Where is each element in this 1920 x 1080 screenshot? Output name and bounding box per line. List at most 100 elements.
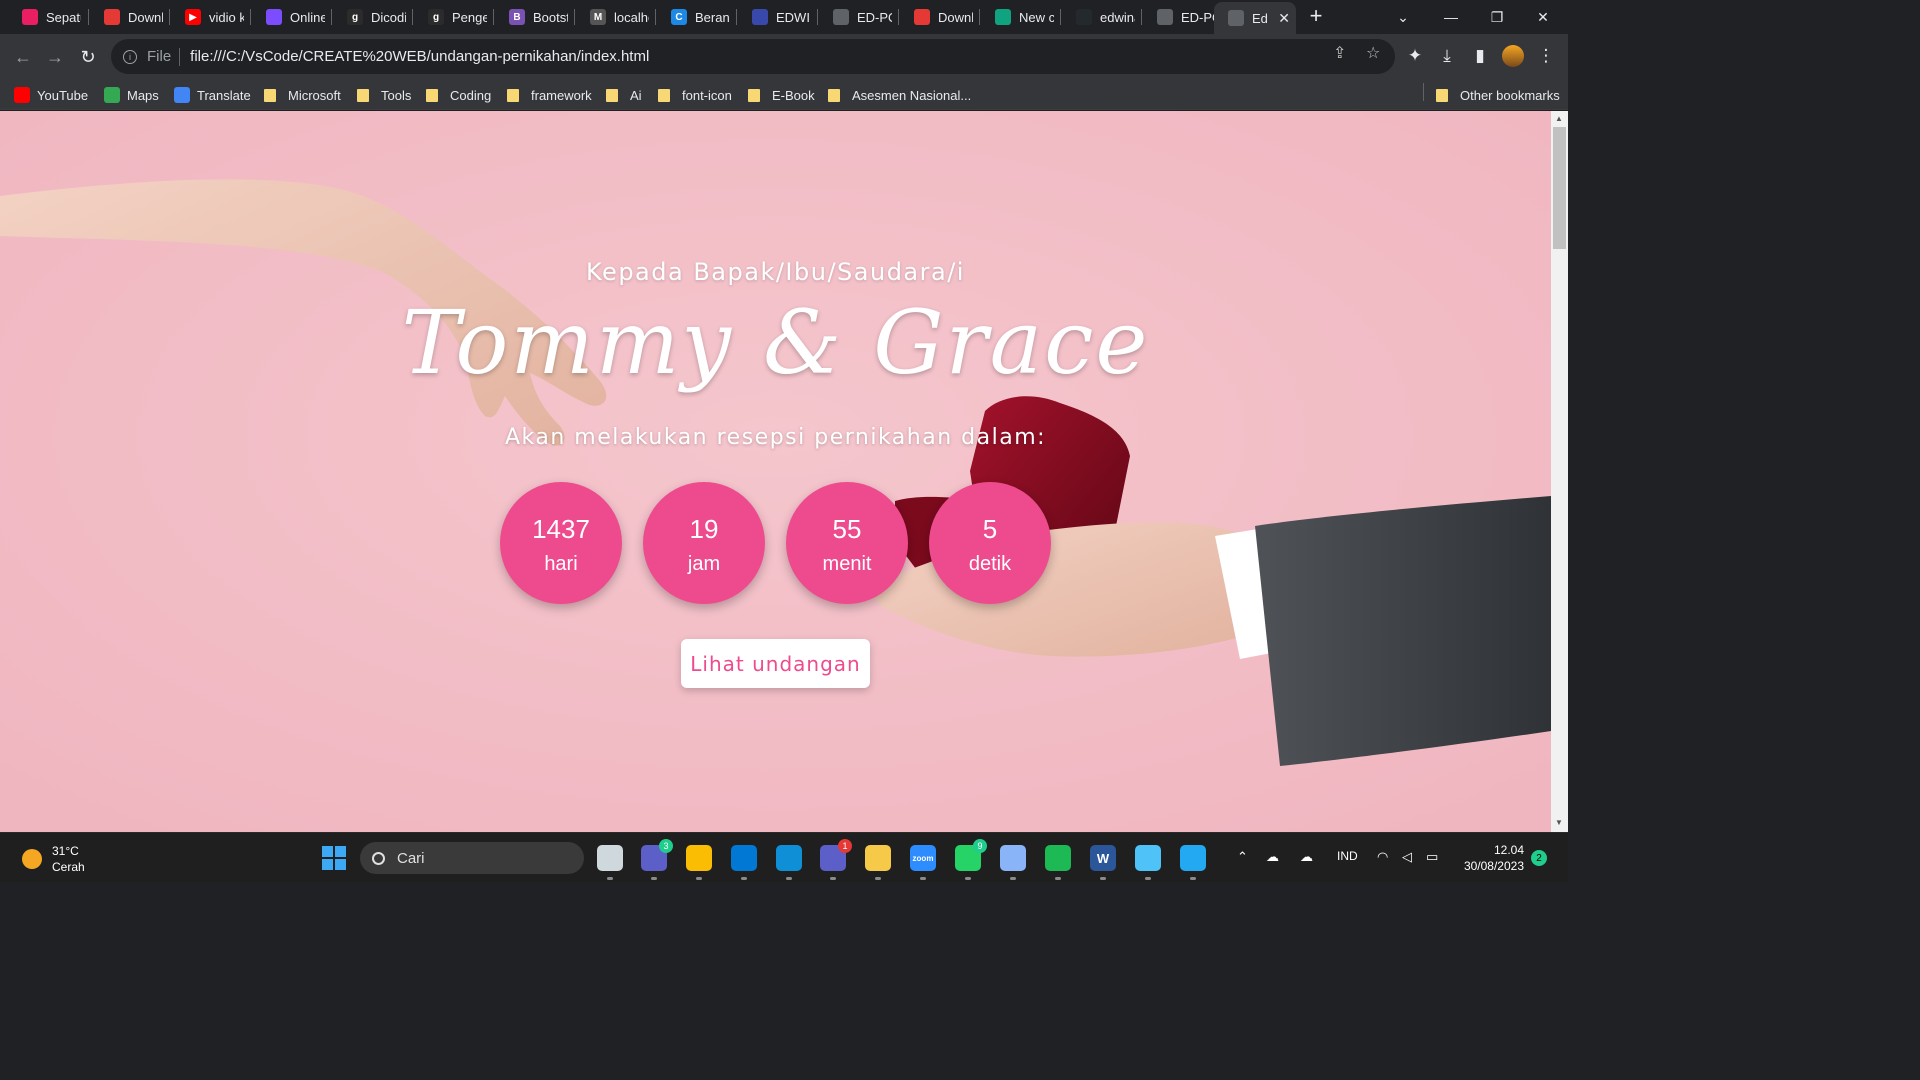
bookmark-item[interactable]: Microsoft [264, 84, 341, 106]
start-button[interactable] [322, 846, 346, 870]
bookmarks-bar: YouTube Maps Translate Microsoft Tools Coding… [0, 79, 1568, 110]
language-indicator[interactable]: IND [1337, 849, 1358, 863]
explorer-icon[interactable] [865, 845, 891, 880]
browser-tab[interactable]: edwina [1062, 3, 1141, 31]
running-indicator [607, 877, 613, 880]
sync-error-icon[interactable]: ☁ [1300, 849, 1313, 865]
new-tab-button[interactable]: + [1303, 4, 1329, 30]
tab-favicon-icon [833, 9, 849, 25]
running-indicator [1010, 877, 1016, 880]
bookmark-item[interactable]: framework [507, 84, 592, 106]
taskbar-search[interactable]: Cari [360, 842, 584, 874]
app-2-icon[interactable] [1000, 845, 1026, 880]
browser-toolbar: ← → ↻ i File file:///C:/VsCode/CREATE%20… [0, 34, 1568, 79]
page-scrollbar[interactable]: ▲ ▼ [1551, 111, 1568, 832]
bookmark-item[interactable]: Tools [357, 84, 411, 106]
bookmark-label: Coding [450, 87, 492, 103]
app-3-icon[interactable] [1135, 845, 1161, 880]
volume-icon[interactable]: ◁ [1402, 849, 1412, 865]
close-tab-icon[interactable]: ✕ [1278, 10, 1290, 27]
bookmark-item[interactable]: Ai [606, 84, 642, 106]
vscode-icon[interactable] [1180, 845, 1206, 880]
tab-title: Berand [695, 9, 730, 25]
browser-tab[interactable]: C Berand [657, 3, 736, 31]
word-icon[interactable]: W [1090, 845, 1116, 880]
weather-widget[interactable]: 31°C Cerah [22, 843, 85, 875]
bookmark-item[interactable]: Maps [104, 84, 159, 106]
profile-avatar[interactable] [1502, 45, 1524, 67]
clock[interactable]: 12.04 30/08/2023 [1458, 842, 1524, 874]
bookmark-favicon-icon [104, 87, 120, 103]
wifi-icon[interactable]: ◠ [1377, 849, 1388, 865]
browser-tab[interactable]: B Bootstr [495, 3, 574, 31]
whatsapp-icon[interactable]: 9 [955, 839, 987, 880]
restore-button[interactable]: ❐ [1474, 0, 1520, 34]
notification-badge[interactable]: 2 [1531, 850, 1547, 866]
tab-favicon-icon: C [671, 9, 687, 25]
edge-icon[interactable] [776, 845, 802, 880]
reload-icon[interactable]: ↻ [73, 42, 103, 72]
browser-tab[interactable]: g Dicodin [333, 3, 412, 31]
scrollbar-thumb[interactable] [1553, 127, 1566, 249]
browser-tab[interactable]: Mlocalho [576, 3, 655, 31]
battery-icon[interactable]: ▭ [1426, 849, 1438, 865]
tab-separator [817, 9, 818, 25]
bookmark-item[interactable]: font-icon [658, 84, 732, 106]
countdown-value: 55 [832, 514, 862, 544]
clock-date: 30/08/2023 [1463, 859, 1524, 873]
chrome-icon[interactable] [686, 845, 712, 880]
tab-search-icon[interactable]: ⌄ [1380, 0, 1426, 34]
app-badge: 1 [838, 839, 852, 853]
scroll-up-icon[interactable]: ▲ [1555, 114, 1563, 123]
store-icon[interactable] [731, 845, 757, 880]
tab-title: Pengen [452, 9, 487, 25]
scroll-down-icon[interactable]: ▼ [1555, 818, 1563, 827]
download-icon[interactable]: ⤓ [1436, 45, 1458, 67]
share-icon[interactable]: ⇪ [1333, 43, 1346, 63]
browser-tab[interactable]: New ch [981, 3, 1060, 31]
url-text[interactable]: file:///C:/VsCode/CREATE%20WEB/undangan-… [190, 48, 649, 65]
weather-temperature: 31°C [52, 844, 79, 858]
bookmark-item[interactable]: Coding [426, 84, 491, 106]
browser-tab[interactable]: ED-PO [819, 3, 898, 31]
extensions-icon[interactable]: ✦ [1404, 45, 1426, 67]
browser-tab[interactable]: Online [252, 3, 331, 31]
show-hidden-icons[interactable]: ⌃ [1237, 849, 1248, 865]
hero-illustration [0, 111, 1551, 832]
minimize-button[interactable]: — [1428, 0, 1474, 34]
bookmark-item[interactable]: YouTube [14, 84, 88, 106]
address-bar[interactable]: i File file:///C:/VsCode/CREATE%20WEB/un… [111, 39, 1395, 74]
browser-tab[interactable]: EDWIN [738, 3, 817, 31]
browser-tab[interactable]: ▶ vidio kl [171, 3, 250, 31]
task-view-icon[interactable] [597, 845, 623, 880]
browser-tab[interactable]: Downlo [900, 3, 979, 31]
other-bookmarks[interactable]: Other bookmarks [1436, 84, 1560, 106]
bookmark-item[interactable]: E-Book [748, 84, 815, 106]
teams-icon[interactable]: 3 [641, 839, 673, 880]
browser-tab[interactable]: Edw ✕ [1214, 2, 1296, 34]
onedrive-icon[interactable]: ☁ [1266, 849, 1279, 865]
tab-favicon-icon [104, 9, 120, 25]
running-indicator [741, 877, 747, 880]
site-info-icon[interactable]: i [123, 49, 137, 64]
bookmark-item[interactable]: Asesmen Nasional... [828, 84, 971, 106]
menu-icon[interactable]: ⋮ [1535, 45, 1557, 67]
browser-tab[interactable]: g Pengen [414, 3, 493, 31]
running-indicator [786, 877, 792, 880]
bookmark-star-icon[interactable]: ☆ [1366, 43, 1380, 63]
back-icon[interactable]: ← [8, 42, 38, 72]
forward-icon[interactable]: → [40, 42, 70, 72]
tab-title: ED-PO [857, 9, 892, 25]
browser-tab[interactable]: Downlo [90, 3, 169, 31]
spotify-icon[interactable] [1045, 845, 1071, 880]
bookmarks-divider [1423, 83, 1424, 101]
zoom-icon[interactable]: zoom [910, 845, 936, 880]
view-invitation-button[interactable]: Lihat undangan [681, 639, 870, 688]
side-panel-icon[interactable]: ▮ [1469, 45, 1491, 67]
app-1-icon[interactable]: 1 [820, 839, 852, 880]
countdown-hours: 19 jam [643, 482, 765, 604]
browser-tab[interactable]: ED-PO [1143, 3, 1222, 31]
close-window-button[interactable]: ✕ [1520, 0, 1566, 34]
browser-tab[interactable]: Sepatu [8, 3, 87, 31]
bookmark-item[interactable]: Translate [174, 84, 251, 106]
